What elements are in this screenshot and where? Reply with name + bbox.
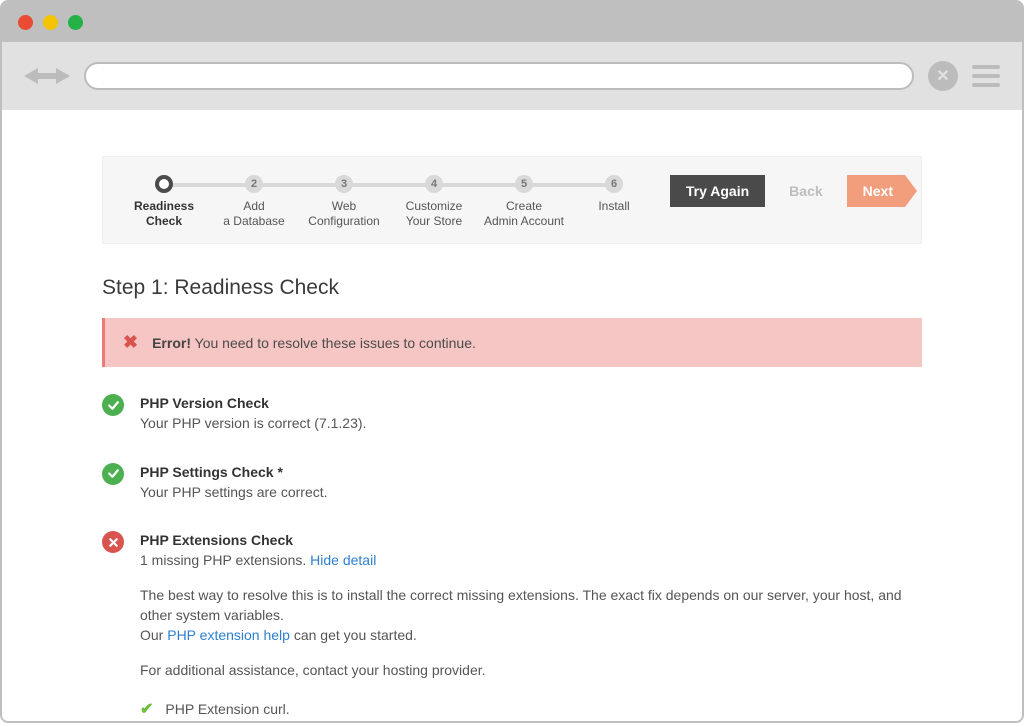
step-number: 5 xyxy=(521,178,527,190)
check-php-version: PHP Version Check Your PHP version is co… xyxy=(102,393,922,434)
hide-detail-link[interactable]: Hide detail xyxy=(310,552,376,568)
step-label: Create xyxy=(506,199,542,213)
menu-icon[interactable] xyxy=(972,65,1000,87)
step-label: Readiness xyxy=(134,199,194,213)
browser-window: ✕ Readiness Check 2 xyxy=(0,0,1024,723)
check-text: Your PHP version is correct (7.1.23). xyxy=(140,415,366,431)
install-steps: Readiness Check 2 Add a Database 3 xyxy=(119,175,662,229)
check-title: PHP Extensions Check xyxy=(140,530,922,550)
check-summary: 1 missing PHP extensions. Hide detail xyxy=(140,552,376,568)
check-detail-text: Our PHP extension help can get you start… xyxy=(140,625,922,645)
php-extension-help-link[interactable]: PHP extension help xyxy=(167,627,290,643)
error-text: Error! You need to resolve these issues … xyxy=(152,335,476,351)
step-label: Add xyxy=(243,199,264,213)
step-label: a Database xyxy=(223,214,284,228)
minimize-window-icon[interactable] xyxy=(43,15,58,30)
check-detail-text: For additional assistance, contact your … xyxy=(140,660,922,680)
window-titlebar xyxy=(2,2,1022,42)
try-again-button[interactable]: Try Again xyxy=(670,175,765,207)
back-button[interactable]: Back xyxy=(773,175,838,207)
extension-row: ✔ PHP Extension curl. xyxy=(140,694,922,721)
install-progress-bar: Readiness Check 2 Add a Database 3 xyxy=(102,156,922,244)
check-detail-text: The best way to resolve this is to insta… xyxy=(140,585,922,626)
page-title: Step 1: Readiness Check xyxy=(102,276,922,300)
page-viewport: Readiness Check 2 Add a Database 3 xyxy=(2,110,1022,721)
step-number: 2 xyxy=(251,178,257,190)
address-bar[interactable] xyxy=(84,62,914,90)
error-banner: ✖ Error! You need to resolve these issue… xyxy=(102,318,922,367)
wizard-actions: Try Again Back Next xyxy=(670,175,905,207)
step-number: 4 xyxy=(431,178,437,190)
next-button[interactable]: Next xyxy=(847,175,905,207)
step-label: Customize xyxy=(406,199,463,213)
extension-list: ✔ PHP Extension curl. ✔ PHP Extension ic… xyxy=(140,694,922,721)
check-title: PHP Settings Check * xyxy=(140,462,328,482)
step-track xyxy=(164,183,617,187)
step-label: Install xyxy=(598,199,629,213)
close-window-icon[interactable] xyxy=(18,15,33,30)
browser-toolbar: ✕ xyxy=(2,42,1022,110)
step-label: Check xyxy=(146,214,182,228)
step-number: 6 xyxy=(611,178,617,190)
error-icon: ✖ xyxy=(123,332,138,353)
tick-icon: ✔ xyxy=(140,698,153,721)
check-fail-icon xyxy=(102,531,124,553)
extension-name: PHP Extension curl. xyxy=(165,699,289,719)
check-title: PHP Version Check xyxy=(140,393,366,413)
step-label: Web xyxy=(332,199,356,213)
step-label: Admin Account xyxy=(484,214,564,228)
check-text: Your PHP settings are correct. xyxy=(140,484,328,500)
step-number: 3 xyxy=(341,178,347,190)
step-install[interactable]: 6 Install xyxy=(569,175,659,214)
check-php-extensions: PHP Extensions Check 1 missing PHP exten… xyxy=(102,530,922,721)
step-label: Your Store xyxy=(406,214,462,228)
check-pass-icon xyxy=(102,394,124,416)
step-label: Configuration xyxy=(308,214,379,228)
check-pass-icon xyxy=(102,463,124,485)
stop-reload-icon[interactable]: ✕ xyxy=(928,61,958,91)
zoom-window-icon[interactable] xyxy=(68,15,83,30)
nav-forward-icon[interactable] xyxy=(56,68,70,84)
nav-back-icon[interactable] xyxy=(24,68,38,84)
check-php-settings: PHP Settings Check * Your PHP settings a… xyxy=(102,462,922,503)
